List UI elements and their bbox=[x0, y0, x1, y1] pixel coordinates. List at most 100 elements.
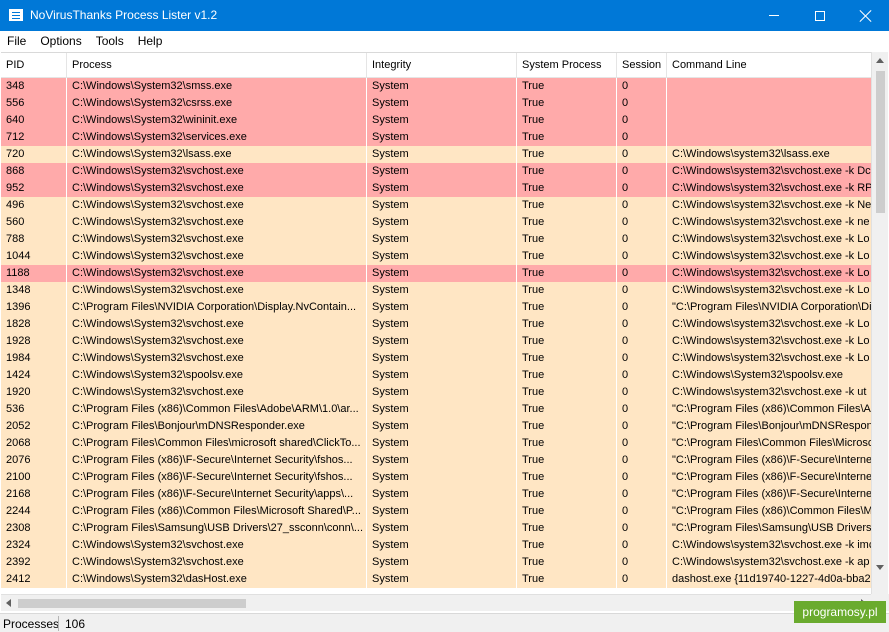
cell-pid: 2100 bbox=[1, 469, 67, 486]
table-row[interactable]: 2392 C:\Windows\System32\svchost.exe Syste… bbox=[1, 554, 871, 571]
maximize-button[interactable] bbox=[797, 0, 843, 31]
scroll-left-icon[interactable] bbox=[6, 599, 11, 607]
menu-file[interactable]: File bbox=[0, 31, 33, 51]
cell-session: 0 bbox=[617, 248, 667, 265]
table-row[interactable]: 712 C:\Windows\System32\services.exe Syste… bbox=[1, 129, 871, 146]
table-row[interactable]: 2076 C:\Program Files (x86)\F-Secure\Inte… bbox=[1, 452, 871, 469]
cell-pid: 1396 bbox=[1, 299, 67, 316]
table-row[interactable]: 560 C:\Windows\System32\svchost.exe System… bbox=[1, 214, 871, 231]
table-row[interactable]: 496 C:\Windows\System32\svchost.exe System… bbox=[1, 197, 871, 214]
vertical-scroll-thumb[interactable] bbox=[876, 71, 885, 213]
cell-integrity: System bbox=[367, 180, 517, 197]
cell-session: 0 bbox=[617, 95, 667, 112]
status-bar: Processes 106 bbox=[0, 613, 889, 632]
column-header-system-process[interactable]: System Process bbox=[517, 53, 617, 78]
cell-system-process: True bbox=[517, 435, 617, 452]
table-row[interactable]: 348 C:\Windows\System32\smss.exe System Tru… bbox=[1, 78, 871, 95]
cell-integrity: System bbox=[367, 452, 517, 469]
table-row[interactable]: 1424 C:\Windows\System32\spoolsv.exe Syste… bbox=[1, 367, 871, 384]
cell-integrity: System bbox=[367, 197, 517, 214]
cell-pid: 2052 bbox=[1, 418, 67, 435]
cell-pid: 2308 bbox=[1, 520, 67, 537]
table-row[interactable]: 1188 C:\Windows\System32\svchost.exe Syste… bbox=[1, 265, 871, 282]
cell-command-line: "C:\Program Files (x86)\Common Files\Mic bbox=[672, 505, 871, 517]
cell-command-line: "C:\Program Files (x86)\F-Secure\Interne bbox=[672, 488, 871, 500]
cell-pid: 1188 bbox=[1, 265, 67, 282]
cell-process: C:\Windows\System32\svchost.exe bbox=[67, 231, 367, 248]
cell-command-line: C:\Windows\system32\svchost.exe -k Ne bbox=[672, 199, 871, 211]
table-row[interactable]: 2324 C:\Windows\System32\svchost.exe Syste… bbox=[1, 537, 871, 554]
cell-command-line: C:\Windows\system32\svchost.exe -k Dc bbox=[672, 165, 871, 177]
cell-command-line: C:\Windows\system32\svchost.exe -k Lo bbox=[672, 335, 870, 347]
scroll-up-icon[interactable] bbox=[876, 58, 884, 63]
column-header-integrity[interactable]: Integrity bbox=[367, 53, 517, 78]
menu-options[interactable]: Options bbox=[33, 31, 88, 51]
table-row[interactable]: 720 C:\Windows\System32\lsass.exe System Tr… bbox=[1, 146, 871, 163]
table-row[interactable]: 1396 C:\Program Files\NVIDIA Corporation\… bbox=[1, 299, 871, 316]
column-header-process[interactable]: Process bbox=[67, 53, 367, 78]
table-row[interactable]: 2052 C:\Program Files\Bonjour\mDNSRespond… bbox=[1, 418, 871, 435]
table-row[interactable]: 1828 C:\Windows\System32\svchost.exe Syste… bbox=[1, 316, 871, 333]
menu-help[interactable]: Help bbox=[131, 31, 170, 51]
cell-integrity: System bbox=[367, 316, 517, 333]
column-header-session[interactable]: Session bbox=[617, 53, 667, 78]
table-row[interactable]: 952 C:\Windows\System32\svchost.exe System… bbox=[1, 180, 871, 197]
cell-integrity: System bbox=[367, 265, 517, 282]
table-row[interactable]: 868 C:\Windows\System32\svchost.exe System… bbox=[1, 163, 871, 180]
cell-session: 0 bbox=[617, 537, 667, 554]
table-row[interactable]: 536 C:\Program Files (x86)\Common Files\A… bbox=[1, 401, 871, 418]
cell-system-process: True bbox=[517, 520, 617, 537]
cell-system-process: True bbox=[517, 503, 617, 520]
table-row[interactable]: 2168 C:\Program Files (x86)\F-Secure\Inte… bbox=[1, 486, 871, 503]
cell-pid: 2168 bbox=[1, 486, 67, 503]
close-button[interactable] bbox=[843, 0, 889, 31]
cell-integrity: System bbox=[367, 350, 517, 367]
cell-pid: 640 bbox=[1, 112, 67, 129]
cell-pid: 1044 bbox=[1, 248, 67, 265]
cell-integrity: System bbox=[367, 112, 517, 129]
cell-pid: 1928 bbox=[1, 333, 67, 350]
cell-pid: 348 bbox=[1, 78, 67, 95]
cell-system-process: True bbox=[517, 248, 617, 265]
cell-command-line: C:\Windows\system32\svchost.exe -k Lo bbox=[672, 352, 870, 364]
cell-pid: 2412 bbox=[1, 571, 67, 588]
table-row[interactable]: 2244 C:\Program Files (x86)\Common Files\… bbox=[1, 503, 871, 520]
table-row[interactable]: 2412 C:\Windows\System32\dasHost.exe Syste… bbox=[1, 571, 871, 588]
process-list[interactable]: PID Process Integrity System Process Ses… bbox=[1, 52, 871, 594]
cell-command-line: C:\Windows\system32\lsass.exe bbox=[672, 148, 830, 160]
cell-integrity: System bbox=[367, 435, 517, 452]
status-processes-label: Processes bbox=[3, 617, 60, 631]
table-row[interactable]: 1044 C:\Windows\System32\svchost.exe Syste… bbox=[1, 248, 871, 265]
column-header-command-line[interactable]: Command Line bbox=[667, 53, 871, 78]
table-row[interactable]: 2068 C:\Program Files\Common Files\micros… bbox=[1, 435, 871, 452]
cell-integrity: System bbox=[367, 333, 517, 350]
minimize-button[interactable] bbox=[751, 0, 797, 31]
scroll-down-icon[interactable] bbox=[876, 565, 884, 570]
column-header-pid[interactable]: PID bbox=[1, 53, 67, 78]
cell-command-line bbox=[667, 78, 871, 95]
cell-command-line: C:\Windows\system32\svchost.exe -k ne bbox=[672, 216, 870, 228]
cell-pid: 1348 bbox=[1, 282, 67, 299]
cell-command-line: C:\Windows\System32\spoolsv.exe bbox=[672, 369, 843, 381]
table-row[interactable]: 556 C:\Windows\System32\csrss.exe System Tr… bbox=[1, 95, 871, 112]
table-row[interactable]: 1928 C:\Windows\System32\svchost.exe Syste… bbox=[1, 333, 871, 350]
maximize-icon bbox=[815, 10, 825, 21]
cell-system-process: True bbox=[517, 418, 617, 435]
table-row[interactable]: 1348 C:\Windows\System32\svchost.exe Syste… bbox=[1, 282, 871, 299]
horizontal-scroll-thumb[interactable] bbox=[18, 599, 246, 608]
app-icon bbox=[9, 9, 23, 21]
cell-session: 0 bbox=[617, 316, 667, 333]
table-row[interactable]: 640 C:\Windows\System32\wininit.exe System… bbox=[1, 112, 871, 129]
table-row[interactable]: 1920 C:\Windows\System32\svchost.exe Syste… bbox=[1, 384, 871, 401]
cell-command-line: C:\Windows\system32\svchost.exe -k RP bbox=[672, 182, 871, 194]
table-row[interactable]: 1984 C:\Windows\System32\svchost.exe Syste… bbox=[1, 350, 871, 367]
cell-pid: 2076 bbox=[1, 452, 67, 469]
horizontal-scrollbar[interactable] bbox=[1, 594, 871, 611]
table-row[interactable]: 788 C:\Windows\System32\svchost.exe System… bbox=[1, 231, 871, 248]
table-row[interactable]: 2308 C:\Program Files\Samsung\USB Drivers… bbox=[1, 520, 871, 537]
cell-pid: 1424 bbox=[1, 367, 67, 384]
vertical-scrollbar[interactable] bbox=[871, 52, 888, 594]
cell-process: C:\Windows\System32\svchost.exe bbox=[67, 316, 367, 333]
menu-tools[interactable]: Tools bbox=[89, 31, 131, 51]
table-row[interactable]: 2100 C:\Program Files (x86)\F-Secure\Inte… bbox=[1, 469, 871, 486]
